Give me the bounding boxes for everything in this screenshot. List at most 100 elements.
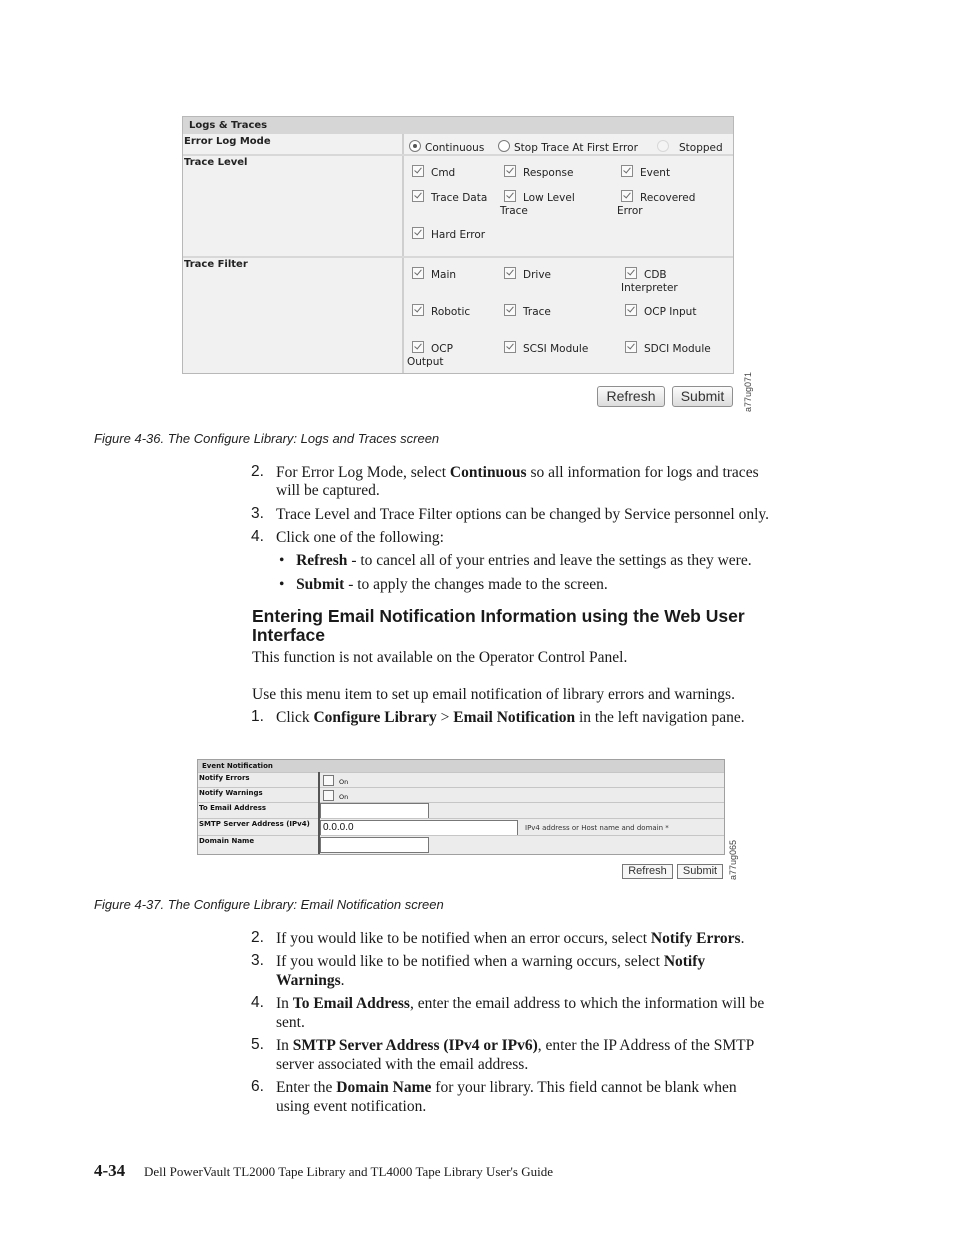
step-text-cont: Warnings. <box>276 972 345 989</box>
checkbox-ocp-input[interactable]: OCP Input <box>625 304 696 318</box>
row-divider <box>183 256 733 258</box>
bullet-item: • Refresh - to cancel all of your entrie… <box>279 552 752 569</box>
step-number: 5. <box>251 1036 264 1053</box>
step-text: Click Configure Library > Email Notifica… <box>276 709 745 726</box>
radio-selected-icon[interactable] <box>409 140 421 152</box>
checkbox-label-wrap: Interpreter <box>621 282 678 294</box>
figure-id: a77ug071 <box>743 371 753 412</box>
checkbox-checked-icon[interactable] <box>412 304 424 316</box>
notify-warnings-checkbox[interactable] <box>323 790 334 801</box>
checkbox-label-wrap: Error <box>617 205 643 217</box>
row-to-email-address: To Email Address <box>198 802 724 819</box>
checkbox-robotic[interactable]: Robotic <box>412 304 470 318</box>
step-text: Click one of the following: <box>276 529 444 546</box>
step-number: 2. <box>251 929 264 946</box>
step-text-cont: server associated with the email address… <box>276 1056 529 1073</box>
checkbox-hard-error[interactable]: Hard Error <box>412 227 485 241</box>
error-log-mode-label: Error Log Mode <box>184 136 271 147</box>
panel-title: Event Notification <box>198 760 724 772</box>
radio-unselected-icon[interactable] <box>498 140 510 152</box>
page-number: 4-34 <box>94 1161 126 1180</box>
step-number: 3. <box>251 952 264 969</box>
checkbox-event[interactable]: Event <box>621 165 670 179</box>
refresh-button[interactable]: Refresh <box>622 864 673 879</box>
trace-level-label: Trace Level <box>184 157 248 168</box>
step-number: 6. <box>251 1078 264 1095</box>
row-smtp-server-address: SMTP Server Address (IPv4) 0.0.0.0 IPv4 … <box>198 818 724 836</box>
row-notify-warnings: Notify Warnings On <box>198 787 724 803</box>
step-text: In To Email Address, enter the email add… <box>276 995 765 1012</box>
checkbox-checked-icon[interactable] <box>412 267 424 279</box>
checkbox-trace-data[interactable]: Trace Data <box>412 190 487 204</box>
panel-title: Logs & Traces <box>183 117 733 134</box>
checkbox-recovered-error[interactable]: Recovered <box>621 190 695 204</box>
checkbox-checked-icon[interactable] <box>412 190 424 202</box>
figure-caption: Figure 4-36. The Configure Library: Logs… <box>94 431 440 446</box>
checkbox-checked-icon[interactable] <box>621 165 633 177</box>
section-heading: Entering Email Notification Information … <box>252 606 745 645</box>
logs-traces-panel: Logs & Traces Error Log Mode Trace Level… <box>182 116 734 374</box>
checkbox-label-wrap: Trace <box>500 205 528 217</box>
checkbox-low-level-trace[interactable]: Low Level <box>504 190 575 204</box>
checkbox-label-wrap: Output <box>407 356 444 368</box>
checkbox-checked-icon[interactable] <box>504 190 516 202</box>
submit-button[interactable]: Submit <box>672 386 733 407</box>
step-text: Enter the Domain Name for your library. … <box>276 1079 737 1096</box>
submit-button[interactable]: Submit <box>677 864 723 879</box>
radio-disabled-icon <box>657 140 669 152</box>
checkbox-checked-icon[interactable] <box>504 304 516 316</box>
checkbox-drive[interactable]: Drive <box>504 267 551 281</box>
checkbox-checked-icon[interactable] <box>625 267 637 279</box>
row-notify-errors: Notify Errors On <box>198 772 724 788</box>
step-text: Trace Level and Trace Filter options can… <box>276 506 769 523</box>
step-text-cont: will be captured. <box>276 482 380 499</box>
to-email-address-input[interactable] <box>320 803 429 819</box>
figure-caption: Figure 4-37. The Configure Library: Emai… <box>94 897 444 912</box>
step-number: 4. <box>251 994 264 1011</box>
column-divider <box>402 134 404 373</box>
step-number: 4. <box>251 528 264 545</box>
checkbox-main[interactable]: Main <box>412 267 456 281</box>
checkbox-scsi-module[interactable]: SCSI Module <box>504 341 588 355</box>
checkbox-ocp-output[interactable]: OCP <box>412 341 453 355</box>
smtp-server-address-input[interactable]: 0.0.0.0 <box>320 820 518 836</box>
checkbox-cdb-interpreter[interactable]: CDB <box>625 267 667 281</box>
checkbox-checked-icon[interactable] <box>504 267 516 279</box>
checkbox-checked-icon[interactable] <box>504 165 516 177</box>
domain-name-input[interactable] <box>320 837 429 853</box>
checkbox-sdci-module[interactable]: SDCI Module <box>625 341 711 355</box>
figure-id: a77ug065 <box>728 839 738 880</box>
step-number: 1. <box>251 708 264 725</box>
step-text-cont: using event notification. <box>276 1098 427 1115</box>
checkbox-trace[interactable]: Trace <box>504 304 551 318</box>
refresh-button[interactable]: Refresh <box>597 386 665 407</box>
intro-text: This function is not available on the Op… <box>252 649 628 666</box>
row-domain-name: Domain Name <box>198 835 724 854</box>
step-text-cont: sent. <box>276 1014 305 1031</box>
checkbox-checked-icon[interactable] <box>621 190 633 202</box>
checkbox-checked-icon[interactable] <box>504 341 516 353</box>
checkbox-checked-icon[interactable] <box>412 165 424 177</box>
checkbox-checked-icon[interactable] <box>625 304 637 316</box>
row-divider <box>183 154 733 156</box>
radio-stop-trace-at-first-error[interactable]: Stop Trace At First Error <box>498 140 638 154</box>
smtp-hint: IPv4 address or Host name and domain * <box>525 824 669 832</box>
trace-filter-label: Trace Filter <box>184 259 248 270</box>
bullet-item: • Submit - to apply the changes made to … <box>279 576 608 593</box>
checkbox-cmd[interactable]: Cmd <box>412 165 455 179</box>
radio-stopped: Stopped <box>657 140 723 154</box>
footer-title: Dell PowerVault TL2000 Tape Library and … <box>144 1164 553 1179</box>
checkbox-checked-icon[interactable] <box>412 341 424 353</box>
usage-text: Use this menu item to set up email notif… <box>252 686 735 703</box>
step-text: If you would like to be notified when an… <box>276 930 745 947</box>
notify-errors-checkbox[interactable] <box>323 775 334 786</box>
radio-continuous[interactable]: Continuous <box>409 140 484 154</box>
event-notification-panel: Event Notification Notify Errors On Noti… <box>197 759 725 855</box>
checkbox-checked-icon[interactable] <box>412 227 424 239</box>
step-text: For Error Log Mode, select Continuous so… <box>276 464 759 481</box>
step-text: In SMTP Server Address (IPv4 or IPv6), e… <box>276 1037 755 1054</box>
checkbox-response[interactable]: Response <box>504 165 573 179</box>
step-text: If you would like to be notified when a … <box>276 953 706 970</box>
checkbox-checked-icon[interactable] <box>625 341 637 353</box>
column-divider <box>318 772 320 854</box>
